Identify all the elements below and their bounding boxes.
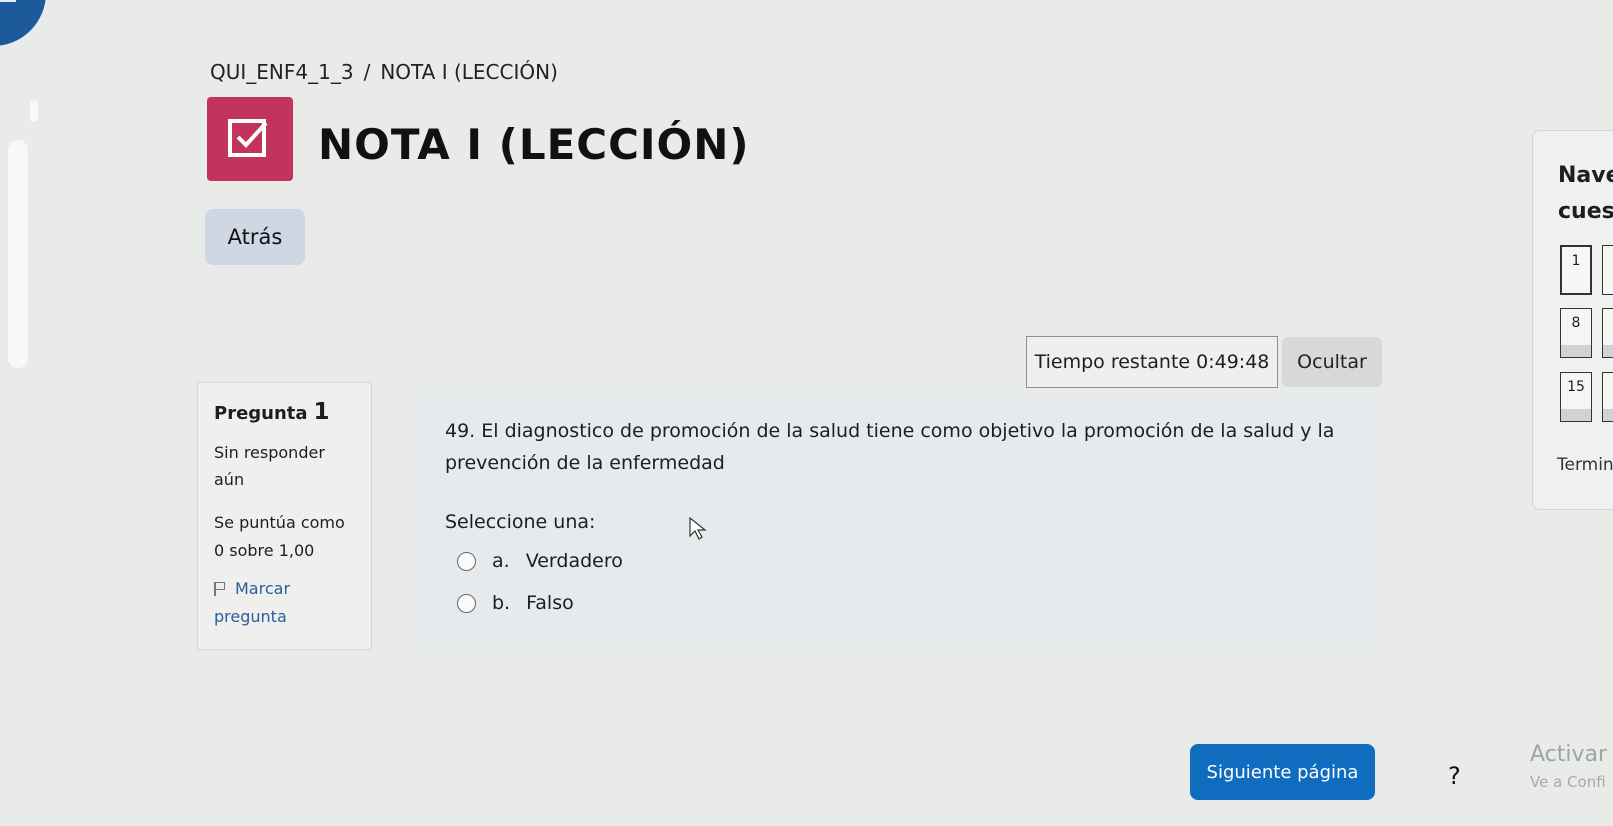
breadcrumb-separator: /	[363, 60, 371, 84]
option-letter: b.	[492, 592, 511, 614]
answer-option-a[interactable]: a. Verdadero	[457, 550, 623, 572]
help-button[interactable]: ?	[1448, 762, 1461, 790]
radio-button[interactable]	[457, 551, 476, 571]
nav-tile-fill	[1603, 345, 1613, 357]
mouse-cursor-icon	[689, 516, 707, 540]
breadcrumb-current[interactable]: NOTA I (LECCIÓN)	[380, 60, 558, 84]
back-button[interactable]: Atrás	[205, 209, 305, 265]
flag-icon	[214, 582, 225, 596]
quiz-navigation-title: Nave cuest	[1558, 158, 1613, 230]
timer-value: 0:49:48	[1196, 351, 1270, 373]
drawer-toggle-button[interactable]	[0, 0, 46, 46]
state-line-1: Sin responder	[214, 443, 325, 462]
flag-line-2: pregunta	[214, 607, 287, 626]
question-grade: Se puntúa como 0 sobre 1,00	[214, 509, 359, 565]
grade-line-2: 0 sobre 1,00	[214, 541, 315, 560]
nav-title-line-2: cuest	[1558, 199, 1613, 224]
nav-tile-fill	[1603, 409, 1613, 421]
nav-tile-fill	[1561, 345, 1591, 357]
hide-timer-button[interactable]: Ocultar	[1282, 337, 1382, 387]
flag-line-1: Marcar	[235, 579, 291, 598]
breadcrumb-course-link[interactable]: QUI_ENF4_1_3	[210, 60, 354, 84]
nav-tile-number: 1	[1571, 253, 1581, 269]
left-drawer-edge	[0, 100, 40, 380]
grade-line-1: Se puntúa como	[214, 513, 345, 532]
nav-question-tile[interactable]: 8	[1560, 308, 1592, 358]
question-number-value: 1	[313, 399, 330, 425]
nav-question-tile[interactable]: 15	[1560, 372, 1592, 422]
timer-label: Tiempo restante	[1034, 351, 1191, 373]
flag-question-button[interactable]: Marcar pregunta	[214, 575, 359, 631]
nav-tile-fill	[1561, 409, 1591, 421]
nav-question-tile-partial[interactable]	[1602, 245, 1613, 295]
assignment-check-icon	[207, 97, 293, 181]
page-title: NOTA I (LECCIÓN)	[318, 120, 750, 169]
windows-activation-subtext: Ve a Confi	[1530, 773, 1606, 791]
question-number: Pregunta 1	[214, 399, 359, 425]
windows-activation-watermark: Activar W	[1530, 742, 1613, 767]
state-line-2: aún	[214, 470, 245, 489]
answer-option-b[interactable]: b. Falso	[457, 592, 574, 614]
answer-prompt: Seleccione una:	[445, 511, 596, 533]
nav-question-tile-partial[interactable]	[1602, 308, 1613, 358]
option-label: Verdadero	[525, 550, 623, 572]
drawer-edge-bar	[8, 140, 28, 368]
question-state: Sin responder aún	[214, 439, 359, 493]
nav-question-tile[interactable]: 1	[1560, 245, 1592, 295]
nav-title-line-1: Nave	[1558, 163, 1613, 188]
option-label: Falso	[526, 592, 574, 614]
nav-tile-number: 8	[1571, 315, 1581, 331]
option-letter: a.	[492, 550, 510, 572]
radio-button[interactable]	[457, 593, 476, 613]
next-page-button[interactable]: Siguiente página	[1190, 744, 1375, 800]
nav-tile-number: 15	[1567, 379, 1585, 395]
drawer-edge-nub	[30, 100, 38, 122]
question-label: Pregunta	[214, 403, 308, 424]
question-text: 49. El diagnostico de promoción de la sa…	[445, 420, 1335, 474]
finish-attempt-link[interactable]: Termin	[1557, 455, 1613, 475]
breadcrumb: QUI_ENF4_1_3 / NOTA I (LECCIÓN)	[210, 60, 558, 84]
timer-display: Tiempo restante 0:49:48	[1026, 336, 1278, 388]
nav-question-tile-partial[interactable]	[1602, 372, 1613, 422]
question-content: 49. El diagnostico de promoción de la sa…	[415, 393, 1380, 651]
question-info-panel: Pregunta 1 Sin responder aún Se puntúa co…	[197, 382, 372, 650]
hamburger-icon	[0, 0, 16, 2]
